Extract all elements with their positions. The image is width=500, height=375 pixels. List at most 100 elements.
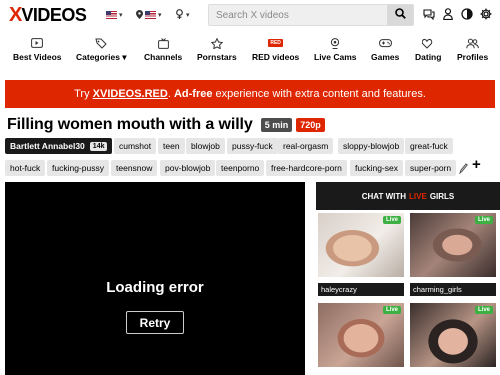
location-icon — [136, 9, 143, 21]
tag-item[interactable]: cumshot — [114, 138, 157, 154]
nav-categories[interactable]: Categories ▾ — [76, 37, 127, 63]
live-badge: Live — [474, 216, 493, 224]
tag-label: super-porn — [410, 163, 452, 173]
uploader-badge[interactable]: Bartlett Annabel30 14k — [5, 138, 113, 154]
tag-item[interactable]: hot-fuck — [5, 160, 46, 176]
contrast-icon[interactable] — [461, 8, 473, 20]
xvideos-logo[interactable]: X VIDEOS — [9, 3, 87, 26]
chat-icon[interactable] — [423, 8, 435, 20]
people-icon — [466, 37, 479, 49]
cam-model-name[interactable]: haleycrazy — [318, 283, 404, 296]
tag-item[interactable]: teen — [158, 138, 185, 154]
gamepad-icon — [378, 37, 392, 49]
flag-us-icon — [106, 11, 117, 19]
live-cam-thumbnail[interactable]: Live — [318, 213, 404, 277]
nav-label: Live Cams — [314, 52, 357, 62]
header-text: GIRLS — [429, 191, 455, 201]
live-badge: Live — [474, 306, 493, 314]
tag-label: fucking-pussy — [52, 163, 104, 173]
nav-red-videos[interactable]: RED RED videos — [252, 37, 299, 62]
flag-us-icon — [145, 11, 156, 19]
tag-label: sloppy-blowjob — [343, 141, 400, 151]
tag-label: pov-blowjob — [165, 163, 211, 173]
tag-item[interactable]: great-fuck — [405, 138, 453, 154]
video-player[interactable]: Loading error Retry — [5, 182, 305, 375]
gender-icon — [175, 9, 184, 21]
add-tag-button[interactable]: + — [472, 156, 481, 173]
cam-model-name[interactable]: charming_girls — [410, 283, 496, 296]
nav-live-cams[interactable]: Live Cams — [314, 37, 357, 62]
nav-label: Pornstars — [197, 52, 237, 62]
video-title-row: Filling women mouth with a willy 5 min 7… — [7, 116, 325, 134]
loading-error-text: Loading error — [106, 279, 204, 296]
promo-brand-link[interactable]: XVIDEOS.RED — [93, 88, 168, 100]
red-promo-banner[interactable]: Try XVIDEOS.RED. Ad-free experience with… — [5, 80, 495, 108]
tag-label: free-hardcore-porn — [271, 163, 342, 173]
tag-label: fucking-sex — [355, 163, 398, 173]
header-live-text: LIVE — [409, 191, 427, 201]
cam-name-label: haleycrazy — [321, 285, 357, 294]
promo-text: Try — [74, 88, 93, 100]
tag-label: teen — [163, 141, 180, 151]
nav-best-videos[interactable]: Best Videos — [13, 37, 62, 62]
live-cam-thumbnail[interactable]: Live — [410, 213, 496, 277]
tag-item[interactable]: teensnow — [111, 160, 158, 176]
tag-item[interactable]: fucking-pussy — [47, 160, 109, 176]
tag-icon — [95, 37, 107, 49]
country-selector[interactable]: ▾ — [136, 8, 162, 22]
live-cam-thumbnail[interactable]: Live — [410, 303, 496, 367]
nav-label: Profiles — [457, 52, 489, 62]
language-selector[interactable]: ▾ — [106, 8, 123, 22]
tag-label: hot-fuck — [10, 163, 41, 173]
main-nav: Best Videos Categories ▾ Channels Pornst… — [0, 37, 500, 67]
live-badge: Live — [382, 306, 401, 314]
tag-label: blowjob — [191, 141, 220, 151]
gear-icon[interactable] — [480, 8, 492, 20]
logo-x: X — [9, 3, 22, 26]
tag-item[interactable]: pov-blowjob — [160, 160, 216, 176]
gender-selector[interactable]: ▾ — [175, 8, 190, 22]
nav-label: Games — [371, 52, 400, 62]
tag-label: teenporno — [221, 163, 260, 173]
chevron-down-icon: ▾ — [158, 12, 162, 19]
tv-icon — [157, 37, 169, 49]
edit-tags-icon[interactable] — [458, 161, 468, 179]
tag-label: teensnow — [116, 163, 153, 173]
tag-item[interactable]: blowjob — [186, 138, 225, 154]
nav-channels[interactable]: Channels — [144, 37, 182, 62]
nav-label: RED videos — [252, 52, 300, 62]
live-badge: Live — [382, 216, 401, 224]
hearts-icon — [421, 37, 435, 49]
nav-dating[interactable]: Dating — [415, 37, 441, 62]
quality-badge: 720p — [296, 118, 325, 132]
live-cam-thumbnail[interactable]: Live — [318, 303, 404, 367]
tag-item[interactable]: real-orgasm — [278, 138, 334, 154]
search-bar — [208, 4, 414, 26]
retry-button[interactable]: Retry — [126, 311, 184, 334]
user-icon[interactable] — [442, 8, 454, 20]
tag-item[interactable]: fucking-sex — [350, 160, 403, 176]
chevron-down-icon: ▾ — [119, 12, 123, 19]
promo-text: experience with extra content and featur… — [212, 88, 426, 100]
nav-pornstars[interactable]: Pornstars — [197, 37, 237, 62]
live-cams-header[interactable]: CHAT WITH LIVE GIRLS — [316, 182, 500, 210]
tag-item[interactable]: teenporno — [216, 160, 265, 176]
promo-adfree: Ad-free — [173, 88, 213, 100]
subscriber-count: 14k — [89, 141, 108, 151]
header-text: CHAT WITH — [361, 191, 407, 201]
nav-label: Dating — [415, 52, 442, 62]
tag-item[interactable]: sloppy-blowjob — [338, 138, 405, 154]
tag-item[interactable]: free-hardcore-porn — [266, 160, 347, 176]
search-icon — [394, 6, 406, 24]
search-button[interactable] — [387, 5, 413, 25]
tag-item[interactable]: super-porn — [405, 160, 457, 176]
nav-games[interactable]: Games — [371, 37, 399, 62]
nav-label: Channels — [144, 52, 183, 62]
tag-label: great-fuck — [410, 141, 448, 151]
tag-item[interactable]: pussy-fuck — [227, 138, 278, 154]
webcam-icon — [330, 37, 340, 49]
search-input[interactable] — [209, 5, 388, 25]
duration-badge: 5 min — [260, 118, 293, 132]
live-cams-panel: CHAT WITH LIVE GIRLS Live haleycrazy Liv… — [316, 182, 500, 375]
nav-profiles[interactable]: Profiles — [457, 37, 488, 62]
